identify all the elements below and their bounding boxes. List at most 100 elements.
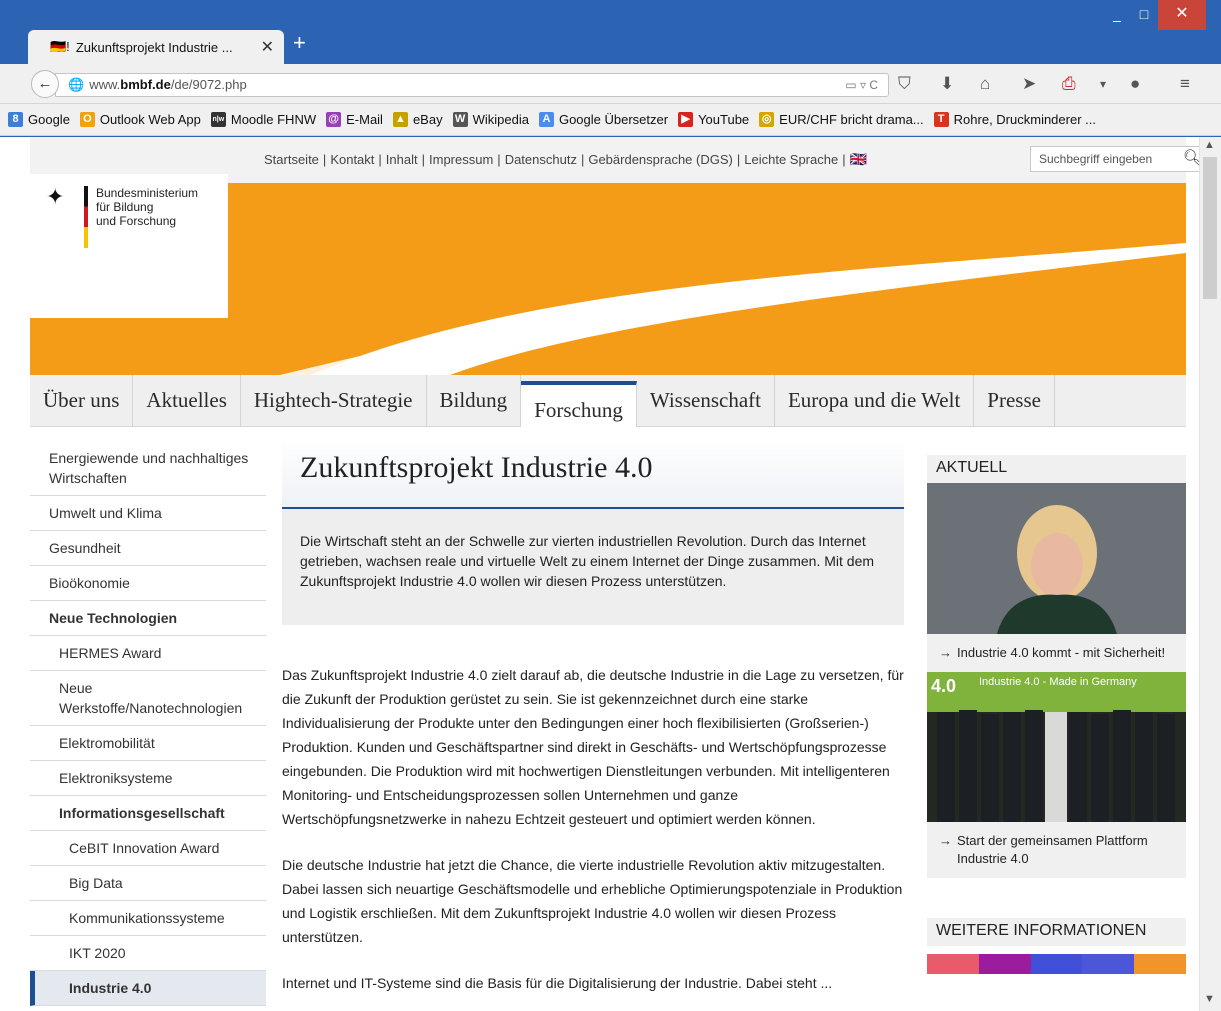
- menu-icon[interactable]: ≡: [1180, 74, 1190, 94]
- bookmark-label: YouTube: [698, 112, 750, 127]
- bookmark-icon: @: [326, 112, 342, 127]
- separator: |: [736, 152, 741, 167]
- left-nav-item[interactable]: Big Data: [30, 866, 266, 901]
- close-tab-icon[interactable]: ✕: [261, 37, 274, 57]
- bookmark-label: Google: [28, 112, 70, 127]
- url-bar[interactable]: 🌐 www.bmbf.de/de/9072.php ▭ ▿ C: [55, 73, 889, 97]
- aktuell-heading: AKTUELL: [927, 455, 1186, 483]
- logo-line: für Bildung: [96, 200, 154, 214]
- scroll-thumb[interactable]: [1203, 157, 1217, 299]
- left-nav-item[interactable]: Energiewende und nachhaltiges Wirtschaft…: [30, 441, 266, 496]
- bookmark-item[interactable]: T Rohre, Druckminderer ...: [933, 112, 1096, 127]
- left-nav-item[interactable]: HERMES Award: [30, 636, 266, 671]
- left-nav-item[interactable]: Interfaces: [30, 1006, 266, 1011]
- left-nav-item[interactable]: Umwelt und Klima: [30, 496, 266, 531]
- bookmark-label: Google Übersetzer: [558, 112, 669, 127]
- service-link[interactable]: Datenschutz: [505, 152, 577, 167]
- maximize-button[interactable]: □: [1131, 0, 1157, 30]
- bmbf-logo[interactable]: ✦ Bundesministerium für Bildung und Fors…: [30, 174, 228, 318]
- color-block[interactable]: [1082, 954, 1135, 974]
- more-info-heading: WEITERE INFORMATIONEN: [927, 918, 1186, 946]
- bookmark-item[interactable]: 8 Google: [8, 112, 70, 127]
- pocket-icon[interactable]: ⛉: [898, 74, 911, 94]
- chat-icon[interactable]: ●: [1130, 74, 1140, 94]
- service-link[interactable]: Inhalt: [386, 152, 418, 167]
- scroll-down-icon[interactable]: ▼: [1204, 993, 1215, 1005]
- color-block[interactable]: [1134, 954, 1186, 974]
- minimize-button[interactable]: _: [1104, 0, 1130, 30]
- bookmark-item[interactable]: A Google Übersetzer: [538, 112, 669, 127]
- left-nav-item[interactable]: IKT 2020: [30, 936, 266, 971]
- separator: |: [580, 152, 585, 167]
- left-nav-item[interactable]: Informationsgesellschaft: [30, 796, 266, 831]
- event-image[interactable]: 4.0 Industrie 4.0 - Made in Germany: [927, 672, 1186, 822]
- left-nav-item[interactable]: Neue Technologien: [30, 601, 266, 636]
- main-nav-item[interactable]: Forschung: [521, 381, 637, 427]
- left-nav-item[interactable]: Industrie 4.0: [30, 971, 266, 1006]
- color-block[interactable]: [978, 954, 1031, 974]
- separator: |: [842, 152, 846, 167]
- bookmark-icon: ▲: [392, 112, 408, 127]
- main-nav-item[interactable]: Wissenschaft: [637, 375, 775, 427]
- article-body: Das Zukunftsprojekt Industrie 4.0 zielt …: [282, 663, 904, 995]
- bookmark-item[interactable]: ◎ EUR/CHF bricht drama...: [759, 112, 924, 127]
- left-nav-item[interactable]: Elektromobilität: [30, 726, 266, 761]
- favicon-icon: 🇩🇪!: [50, 39, 70, 54]
- bookmark-label: EUR/CHF bricht drama...: [779, 112, 924, 127]
- reader-reload-icons[interactable]: ▭ ▿ C: [845, 74, 878, 96]
- bookmark-icon: ▶: [678, 112, 694, 127]
- bookmark-item[interactable]: n|w Moodle FHNW: [210, 112, 316, 127]
- service-link[interactable]: Impressum: [429, 152, 493, 167]
- color-block[interactable]: [1030, 954, 1083, 974]
- news-link-2[interactable]: → Start der gemeinsamen Plattform Industr…: [927, 822, 1186, 878]
- arrow-icon: →: [939, 645, 952, 660]
- english-flag-icon[interactable]: 🇬🇧: [850, 151, 867, 167]
- news-link-1[interactable]: → Industrie 4.0 kommt - mit Sicherheit!: [927, 634, 1186, 672]
- event-banner-text: Industrie 4.0 - Made in Germany: [979, 676, 1137, 688]
- browser-tab[interactable]: 🇩🇪! Zukunftsprojekt Industrie ... ✕: [28, 30, 284, 64]
- left-nav-item[interactable]: Kommunikationssysteme: [30, 901, 266, 936]
- search-input[interactable]: Suchbegriff eingeben 🔍︎: [1030, 146, 1210, 172]
- main-nav-item[interactable]: Presse: [974, 375, 1055, 427]
- back-button[interactable]: ←: [31, 70, 59, 98]
- bookmark-icon: 8: [8, 112, 23, 127]
- news-link-label: Industrie 4.0 kommt - mit Sicherheit!: [957, 645, 1166, 660]
- color-strip: [927, 954, 1186, 974]
- bookmark-item[interactable]: ▶ YouTube: [678, 112, 749, 127]
- dropdown-icon[interactable]: ▾: [1100, 74, 1106, 94]
- service-link[interactable]: Kontakt: [330, 152, 374, 167]
- bookmark-icon: T: [933, 112, 949, 127]
- left-nav-item[interactable]: Gesundheit: [30, 531, 266, 566]
- bookmark-item[interactable]: ▲ eBay: [392, 112, 443, 127]
- portrait-image[interactable]: [927, 483, 1186, 634]
- bookmark-item[interactable]: @ E-Mail: [326, 112, 383, 127]
- home-icon[interactable]: ⌂: [980, 74, 990, 94]
- url-path: /de/9072.php: [170, 77, 247, 92]
- main-nav-item[interactable]: Hightech-Strategie: [241, 375, 427, 427]
- main-nav-item[interactable]: Bildung: [427, 375, 522, 427]
- left-nav-item[interactable]: Elektroniksysteme: [30, 761, 266, 796]
- main-nav-item[interactable]: Aktuelles: [133, 375, 241, 427]
- bookmark-item[interactable]: W Wikipedia: [452, 112, 529, 127]
- arrow-icon: →: [939, 833, 952, 848]
- bookmark-item[interactable]: O Outlook Web App: [79, 112, 201, 127]
- news-link-label: Start der gemeinsamen Plattform Industri…: [957, 833, 1148, 866]
- new-tab-button[interactable]: +: [293, 30, 306, 56]
- send-icon[interactable]: ➤: [1022, 74, 1036, 94]
- scroll-up-icon[interactable]: ▲: [1204, 139, 1215, 151]
- color-block[interactable]: [927, 954, 979, 974]
- download-icon[interactable]: ⬇: [940, 74, 954, 94]
- close-window-button[interactable]: ✕: [1158, 0, 1206, 30]
- service-link[interactable]: Gebärdensprache (DGS): [588, 152, 733, 167]
- left-nav-item[interactable]: Neue Werkstoffe/Nanotechnologien: [30, 671, 266, 726]
- browser-window: 🇩🇪! Zukunftsprojekt Industrie ... ✕ + _ …: [0, 0, 1221, 1011]
- main-nav-item[interactable]: Über uns: [30, 375, 134, 427]
- main-nav: Über uns Aktuelles Hightech-Strategie Bildu…: [30, 375, 1186, 427]
- service-link[interactable]: Startseite: [264, 152, 319, 167]
- bookmarks-bar: 8 Google O Outlook Web App n|w Moodle FHNW @ E-…: [0, 104, 1221, 136]
- service-link[interactable]: Leichte Sprache: [744, 152, 838, 167]
- left-nav-item[interactable]: Bioökonomie: [30, 566, 266, 601]
- pdf-icon[interactable]: ⎙: [1062, 74, 1076, 94]
- main-nav-item[interactable]: Europa und die Welt: [775, 375, 975, 427]
- left-nav-item[interactable]: CeBIT Innovation Award: [30, 831, 266, 866]
